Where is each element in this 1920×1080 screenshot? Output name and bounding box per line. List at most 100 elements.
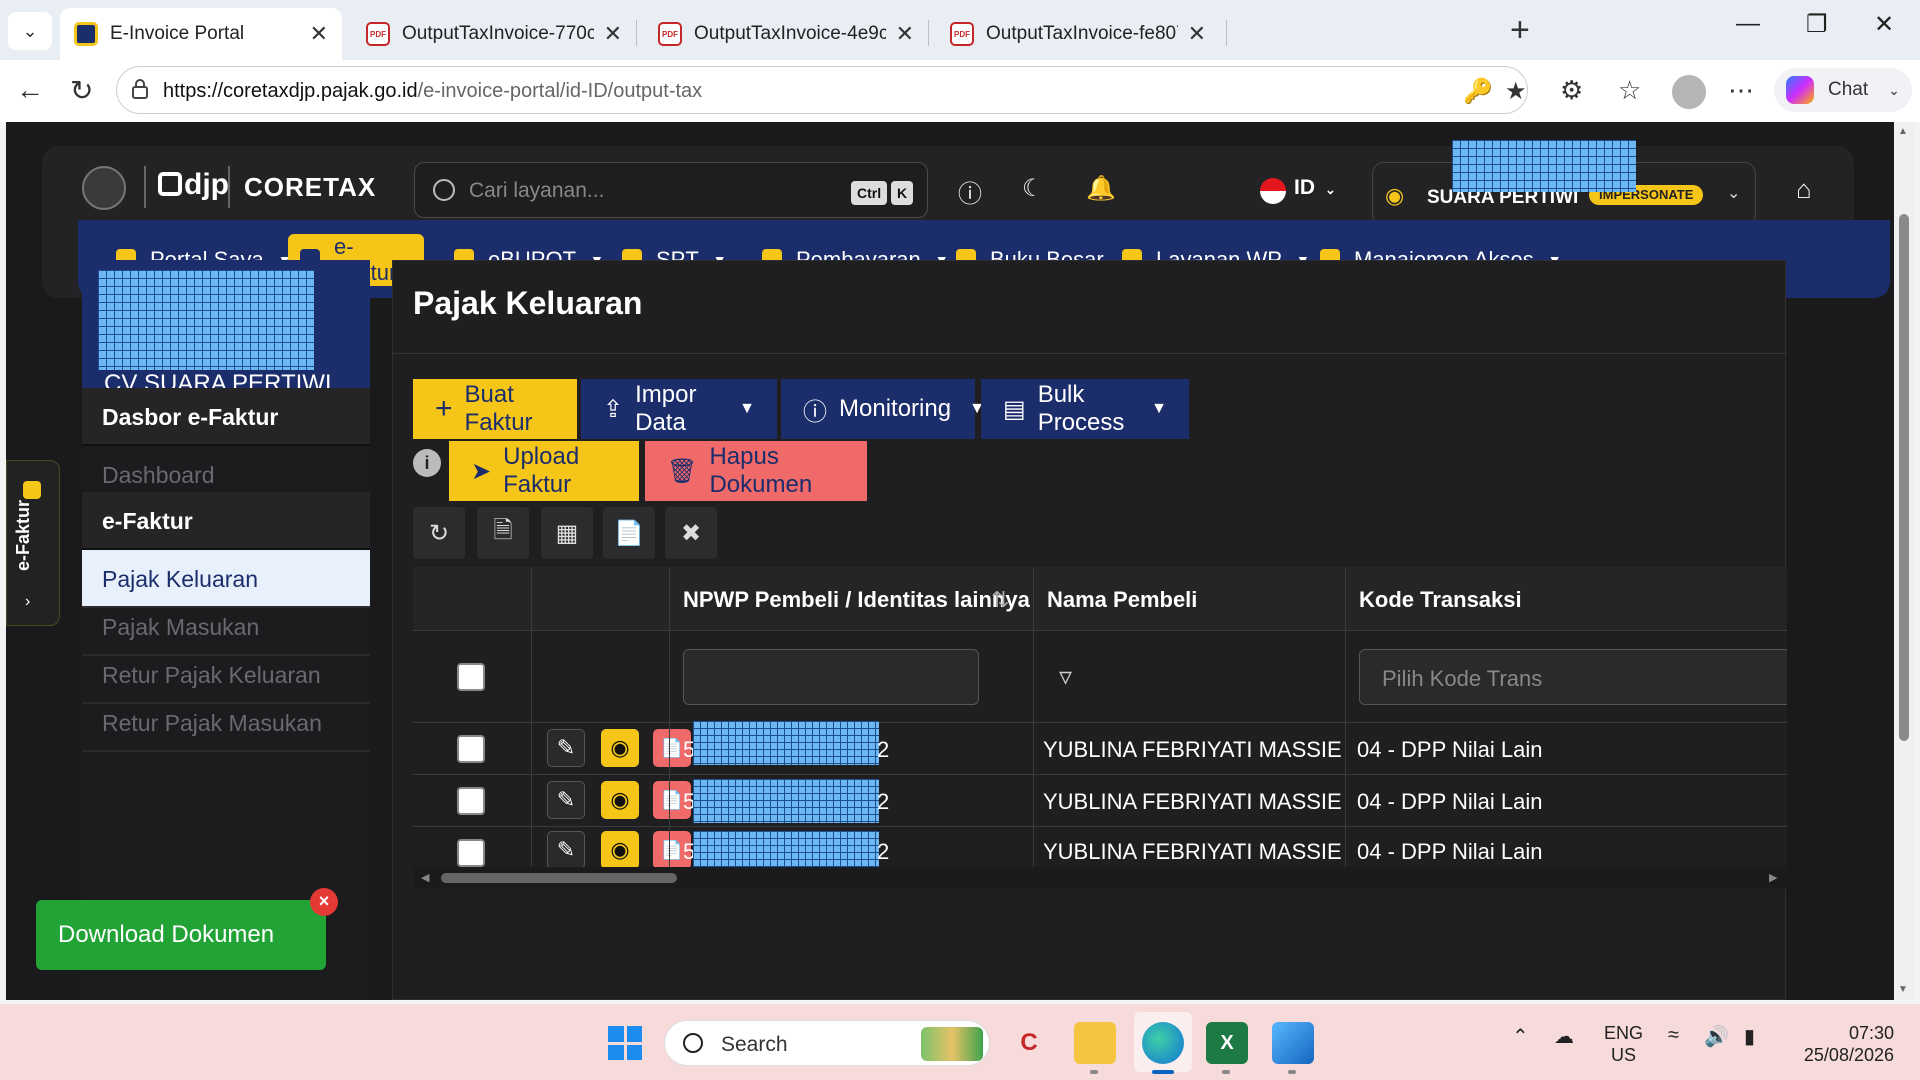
wifi-icon[interactable]: ≈ (1668, 1024, 1679, 1047)
running-indicator (1090, 1070, 1098, 1074)
download-dokumen-button[interactable]: Download Dokumen (36, 900, 326, 970)
bulk-process-button[interactable]: ▤ Bulk Process ▼ (981, 379, 1189, 439)
coretax-logo[interactable]: CORETAX (244, 172, 376, 203)
coretax-app-icon[interactable]: C (1008, 1022, 1050, 1064)
npwp-filter-input[interactable] (683, 649, 979, 705)
kode-filter-placeholder: Pilih Kode Trans (1382, 666, 1543, 691)
sign-stamp-icon[interactable]: ◉ (601, 831, 639, 867)
notification-bell-icon[interactable]: 🔔 (1086, 174, 1116, 203)
info-icon[interactable]: i (413, 449, 441, 477)
scrollbar-thumb[interactable] (1899, 214, 1909, 741)
pdf-export-icon[interactable]: 📄 (603, 507, 655, 559)
scroll-left-icon[interactable]: ◀ (421, 871, 429, 884)
impor-data-button[interactable]: ⇪ Impor Data ▼ (581, 379, 777, 439)
service-search-input[interactable]: Cari layanan... Ctrl K (414, 162, 928, 218)
tab-output-tax-invoice-3[interactable]: PDF OutputTaxInvoice-fe807354-ff9d-4 ✕ (936, 8, 1220, 60)
sidebar-item-retur-pajak-masukan[interactable]: Retur Pajak Masukan (82, 694, 370, 752)
buat-faktur-button[interactable]: + Buat Faktur (413, 379, 577, 439)
extensions-icon[interactable]: ⚙ (1560, 75, 1583, 106)
excel-export-icon[interactable]: ▦ (541, 507, 593, 559)
address-bar[interactable]: https://coretaxdjp.pajak.go.id/e-invoice… (116, 66, 1528, 114)
tab-list-button[interactable]: ⌄ (8, 12, 52, 50)
e-faktur-side-tab[interactable]: e-Faktur › (6, 460, 60, 626)
close-tab-icon[interactable]: ✕ (1188, 21, 1206, 47)
indonesia-flag-icon[interactable] (1260, 178, 1286, 204)
refresh-icon[interactable]: ↻ (413, 507, 465, 559)
volume-icon[interactable]: 🔊 (1704, 1024, 1729, 1049)
monitoring-button[interactable]: ⓘ Monitoring ▼ (781, 379, 985, 439)
search-label: Search (721, 1033, 788, 1056)
filter-icon[interactable]: ▿ (1059, 661, 1072, 692)
scroll-up-icon[interactable]: ▲ (1898, 126, 1908, 137)
document-icon[interactable]: 🗎 (477, 507, 529, 559)
edit-pencil-icon[interactable]: ✎ (547, 781, 585, 819)
djp-logo[interactable]: djp (158, 168, 229, 202)
tab-output-tax-invoice-1[interactable]: PDF OutputTaxInvoice-770c616e-b42e ✕ (352, 8, 636, 60)
tab-output-tax-invoice-2[interactable]: PDF OutputTaxInvoice-4e9cd7e3-1bf3- ✕ (644, 8, 928, 60)
table-filter-row: ▿ Pilih Kode Trans (413, 631, 1787, 723)
close-tab-icon[interactable]: ✕ (896, 21, 914, 47)
file-explorer-icon[interactable] (1074, 1022, 1116, 1064)
close-toast-icon[interactable]: × (310, 888, 338, 916)
minimize-button[interactable]: — (1736, 10, 1760, 38)
scrollbar-thumb[interactable] (441, 873, 677, 883)
photos-app-icon[interactable] (1272, 1022, 1314, 1064)
input-language[interactable]: ENG US (1604, 1022, 1643, 1066)
column-divider (531, 567, 532, 867)
edit-pencil-icon[interactable]: ✎ (547, 831, 585, 867)
copilot-chat-button[interactable]: Chat ⌄ (1774, 68, 1912, 112)
restore-button[interactable]: ❐ (1806, 10, 1828, 39)
more-menu-icon[interactable]: ⋯ (1728, 75, 1754, 106)
key-icon[interactable]: 🔑 (1463, 77, 1493, 106)
column-header-nama-pembeli[interactable]: Nama Pembeli (1047, 587, 1197, 613)
row-checkbox[interactable] (457, 787, 485, 815)
close-window-button[interactable]: ✕ (1874, 10, 1894, 39)
table-row[interactable]: ✎ ◉ 📄 5 2 YUBLINA FEBRIYATI MASSIE 04 - … (413, 827, 1787, 867)
profile-avatar[interactable] (1672, 75, 1706, 109)
table-row[interactable]: ✎ ◉ 📄 5 2 YUBLINA FEBRIYATI MASSIE 04 - … (413, 721, 1787, 775)
system-clock[interactable]: 07:30 25/08/2026 (1796, 1022, 1894, 1066)
close-tab-icon[interactable]: ✕ (310, 21, 328, 47)
sort-icon[interactable]: ⇅ (991, 587, 1009, 613)
sign-stamp-icon[interactable]: ◉ (601, 729, 639, 767)
back-arrow-icon[interactable]: ← (16, 74, 44, 106)
table-row[interactable]: ✎ ◉ 📄 5 2 YUBLINA FEBRIYATI MASSIE 04 - … (413, 775, 1787, 827)
select-all-checkbox[interactable] (457, 663, 485, 691)
edge-browser-icon[interactable] (1142, 1022, 1184, 1064)
kode-transaksi-filter-select[interactable]: Pilih Kode Trans (1359, 649, 1787, 705)
kode-transaksi-cell: 04 - DPP Nilai Lain (1357, 737, 1543, 762)
column-header-npwp[interactable]: NPWP Pembeli / Identitas lainnya (683, 587, 1030, 613)
new-tab-button[interactable]: + (1510, 12, 1530, 48)
column-header-kode-transaksi[interactable]: Kode Transaksi (1359, 587, 1522, 613)
taskbar-search[interactable]: Search (664, 1020, 990, 1066)
windows-start-icon[interactable] (608, 1026, 642, 1060)
help-icon[interactable]: ⓘ (958, 174, 982, 209)
favorites-icon[interactable]: ☆ (1618, 75, 1641, 106)
show-hidden-icons-chevron[interactable]: ⌃ (1512, 1024, 1529, 1049)
sign-stamp-icon[interactable]: ◉ (601, 781, 639, 819)
scroll-down-icon[interactable]: ▼ (1898, 984, 1908, 995)
column-divider (1345, 567, 1346, 867)
row-checkbox[interactable] (457, 839, 485, 867)
page-vertical-scrollbar[interactable]: ▲ ▼ (1894, 122, 1914, 1000)
upload-faktur-button[interactable]: ➤ Upload Faktur (449, 441, 639, 501)
excel-icon[interactable]: X (1206, 1022, 1248, 1064)
scroll-right-icon[interactable]: ▶ (1769, 871, 1777, 884)
favorite-star-icon[interactable]: ★ (1505, 77, 1527, 106)
horizontal-scrollbar[interactable]: ◀ ▶ (413, 867, 1787, 889)
user-badge-icon: ◉ (1385, 183, 1405, 208)
upload-icon: ⇪ (603, 395, 624, 423)
edit-pencil-icon[interactable]: ✎ (547, 729, 585, 767)
battery-icon[interactable]: ▮ (1744, 1024, 1755, 1049)
dark-mode-moon-icon[interactable]: ☾ (1022, 174, 1044, 203)
home-icon[interactable]: ⌂ (1796, 174, 1812, 205)
refresh-icon[interactable]: ↻ (70, 74, 93, 107)
hapus-dokumen-button[interactable]: 🗑 Hapus Dokumen (645, 441, 867, 501)
chevron-down-icon: ⌄ (1888, 81, 1900, 98)
row-checkbox[interactable] (457, 735, 485, 763)
close-tab-icon[interactable]: ✕ (604, 21, 622, 47)
tab-e-invoice-portal[interactable]: E-Invoice Portal ✕ (60, 8, 342, 60)
clear-filter-icon[interactable]: ✖ (665, 507, 717, 559)
language-selector[interactable]: ID ⌄ (1294, 176, 1336, 200)
cloud-sync-icon[interactable]: ☁ (1554, 1024, 1574, 1049)
